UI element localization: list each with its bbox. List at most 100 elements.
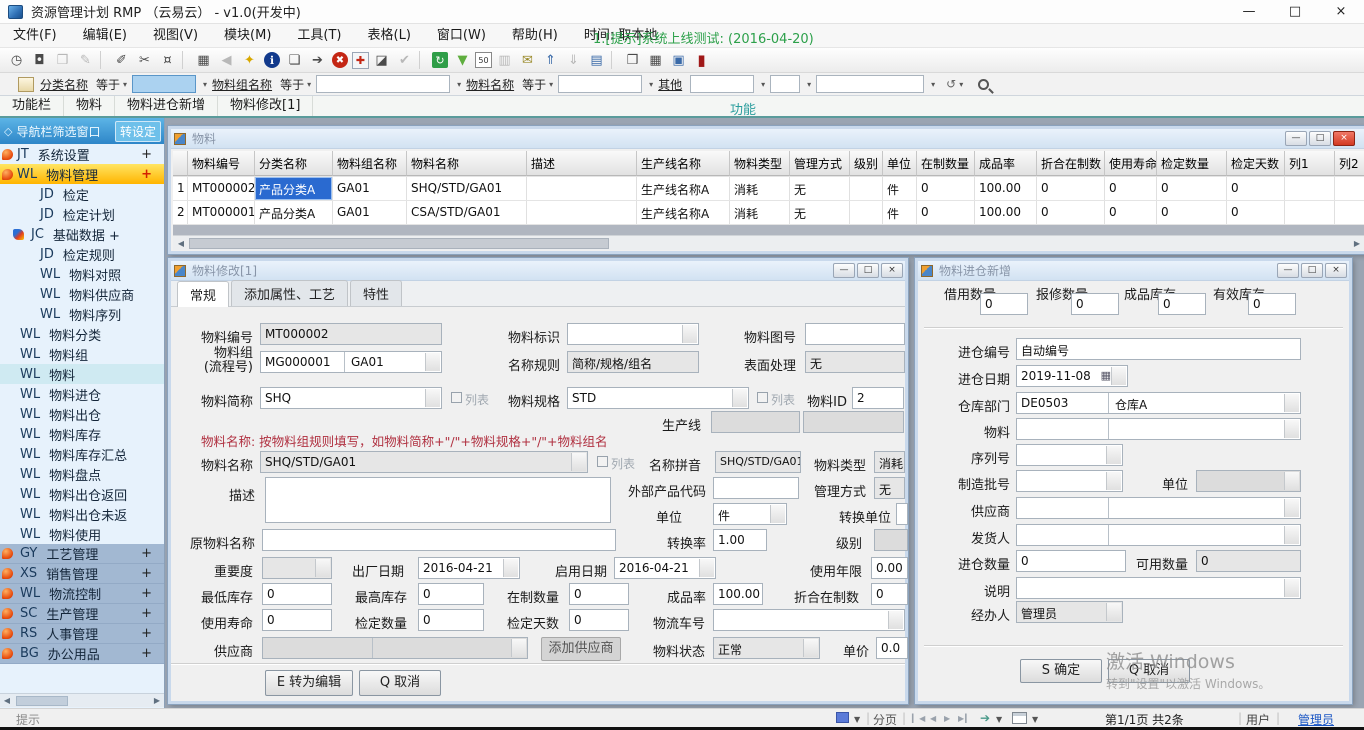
chevron-down-icon[interactable]: ▼ bbox=[1032, 715, 1038, 724]
chart-icon[interactable]: ▥ bbox=[494, 50, 515, 70]
column-header[interactable]: 单位 bbox=[883, 151, 917, 176]
description-textarea[interactable] bbox=[265, 477, 611, 523]
table-cell[interactable]: 0 bbox=[1227, 201, 1285, 224]
column-header[interactable]: 物料组名称 bbox=[333, 151, 407, 176]
cancel-button[interactable]: Q 取消 bbox=[359, 670, 441, 696]
table-cell[interactable]: 生产线名称A bbox=[637, 201, 730, 224]
column-header[interactable] bbox=[173, 151, 188, 176]
warehouse-dept-combo[interactable]: DE0503 仓库A bbox=[1016, 392, 1301, 414]
cancel-button[interactable]: Q 取消 bbox=[1108, 659, 1190, 683]
max-stock-field[interactable]: 0 bbox=[418, 583, 484, 605]
expand-icon[interactable]: + bbox=[141, 147, 152, 162]
table-cell[interactable]: SHQ/STD/GA01 bbox=[407, 177, 527, 200]
approve-icon[interactable]: ✔ bbox=[394, 50, 415, 70]
tab-general[interactable]: 常规 bbox=[177, 281, 229, 307]
chevron-down-icon[interactable]: ▾ bbox=[203, 80, 207, 89]
wip-conv-field[interactable]: 0 bbox=[871, 583, 908, 605]
filter-field-label[interactable]: 物料组名称 bbox=[212, 76, 272, 93]
minimize-icon[interactable]: — bbox=[833, 263, 855, 278]
menu-item[interactable]: 帮助(H) bbox=[499, 24, 571, 48]
column-header[interactable]: 列1 bbox=[1285, 151, 1335, 176]
restore-icon[interactable]: □ bbox=[1309, 131, 1331, 146]
import-icon[interactable]: ▼ bbox=[452, 50, 473, 70]
column-header[interactable]: 物料编号 bbox=[188, 151, 255, 176]
menu-item[interactable]: 视图(V) bbox=[140, 24, 211, 48]
nav-last-icon[interactable]: ▶▎ bbox=[958, 714, 972, 723]
nav-first-icon[interactable]: ▎◀ bbox=[912, 714, 926, 723]
sidebar-item[interactable]: RS 人事管理 + bbox=[0, 624, 164, 644]
undo-icon[interactable]: ↺ bbox=[946, 77, 956, 91]
refresh-icon[interactable]: ↻ bbox=[432, 52, 448, 68]
conv-rate-field[interactable]: 1.00 bbox=[713, 529, 767, 551]
sidebar-item[interactable]: JT 系统设置 + bbox=[0, 144, 164, 164]
column-header[interactable]: 描述 bbox=[527, 151, 637, 176]
column-header[interactable]: 折合在制数 bbox=[1037, 151, 1105, 176]
expand-icon[interactable]: + bbox=[141, 566, 152, 581]
tab[interactable]: 物料进仓新增 bbox=[115, 96, 218, 116]
tab[interactable]: 物料修改[1] bbox=[218, 96, 313, 116]
sidebar-item[interactable]: WL 物料序列 bbox=[0, 304, 164, 324]
column-header[interactable]: 成品率 bbox=[975, 151, 1037, 176]
mail-icon[interactable]: ✉ bbox=[517, 50, 538, 70]
scrollbar-thumb[interactable] bbox=[16, 696, 68, 706]
to-settings-button[interactable]: 转设定 bbox=[115, 121, 161, 142]
calendar-icon[interactable]: ▦ bbox=[1101, 369, 1111, 382]
menu-item[interactable]: 工具(T) bbox=[284, 24, 354, 48]
table-cell[interactable]: 产品分类A bbox=[255, 177, 333, 200]
column-header[interactable]: 列2 bbox=[1335, 151, 1364, 176]
column-header[interactable]: 物料类型 bbox=[730, 151, 790, 176]
minimize-icon[interactable]: — bbox=[1226, 0, 1272, 24]
filter-extra-combo[interactable]: ▾ bbox=[690, 75, 754, 93]
column-header[interactable]: 管理方式 bbox=[790, 151, 850, 176]
filter-operator[interactable]: 等于 bbox=[96, 76, 120, 93]
table-cell[interactable]: 100.00 bbox=[975, 177, 1037, 200]
sidebar-item[interactable]: WL 物料组 bbox=[0, 344, 164, 364]
chevron-down-icon[interactable] bbox=[732, 389, 747, 407]
chevron-down-icon[interactable]: ▾ bbox=[761, 80, 765, 89]
expand-icon[interactable]: + bbox=[141, 606, 152, 621]
unit-combo[interactable]: 件 bbox=[713, 503, 787, 525]
book-icon[interactable]: ▮ bbox=[691, 50, 712, 70]
list-checkbox[interactable] bbox=[757, 392, 768, 403]
clock-icon[interactable]: ◷ bbox=[6, 50, 27, 70]
table-cell[interactable]: 消耗 bbox=[730, 201, 790, 224]
expand-icon[interactable]: + bbox=[141, 626, 152, 641]
finished-stock-field[interactable]: 0 bbox=[1158, 293, 1206, 315]
table-cell[interactable]: 0 bbox=[1105, 201, 1157, 224]
lock-icon[interactable]: ◘ bbox=[29, 50, 50, 70]
column-header[interactable]: 分类名称 bbox=[255, 151, 333, 176]
table-cell[interactable]: 0 bbox=[917, 201, 975, 224]
operator-combo[interactable]: 管理员 bbox=[1016, 601, 1123, 623]
cut-icon[interactable]: ✂ bbox=[134, 50, 155, 70]
sidebar-item[interactable]: JD 检定 bbox=[0, 184, 164, 204]
expand-icon[interactable]: + bbox=[141, 586, 152, 601]
table-cell[interactable] bbox=[1335, 201, 1364, 224]
filter-extra-combo[interactable]: ▾ bbox=[770, 75, 800, 93]
tab-characteristics[interactable]: 特性 bbox=[350, 280, 402, 306]
factory-date-picker[interactable]: 2016-04-21 bbox=[418, 557, 520, 579]
manage-mode-field[interactable]: 无 bbox=[874, 477, 905, 499]
filter-value-combo[interactable]: ▾ bbox=[316, 75, 450, 93]
table-cell[interactable]: 无 bbox=[790, 177, 850, 200]
list-icon[interactable]: ▤ bbox=[586, 50, 607, 70]
inbound-window-titlebar[interactable]: 物料进仓新增 — □ × bbox=[918, 261, 1349, 281]
chevron-down-icon[interactable] bbox=[1284, 499, 1299, 517]
verify-days-field[interactable]: 0 bbox=[569, 609, 629, 631]
monitor-icon[interactable]: ▣ bbox=[668, 50, 689, 70]
material-drawing-field[interactable] bbox=[805, 323, 905, 345]
lifespan-field[interactable]: 0 bbox=[262, 609, 332, 631]
menu-item[interactable]: 表格(L) bbox=[355, 24, 424, 48]
table-cell[interactable]: 0 bbox=[1157, 177, 1227, 200]
chevron-down-icon[interactable] bbox=[1111, 367, 1126, 385]
search-icon[interactable] bbox=[978, 79, 989, 90]
nav-next-icon[interactable]: ▶ bbox=[944, 714, 951, 723]
table-row[interactable]: 2MT000001产品分类AGA01CSA/STD/GA01生产线名称A消耗无件… bbox=[173, 201, 1364, 225]
table-cell[interactable]: 0 bbox=[1157, 201, 1227, 224]
window-mode-icon[interactable] bbox=[836, 712, 849, 723]
table-cell[interactable]: 产品分类A bbox=[255, 201, 333, 224]
chevron-down-icon[interactable]: ▾ bbox=[123, 80, 127, 89]
separator[interactable] bbox=[182, 51, 189, 69]
paging-label[interactable]: 分页 bbox=[873, 711, 897, 728]
chevron-down-icon[interactable] bbox=[682, 325, 697, 343]
separator[interactable] bbox=[100, 51, 107, 69]
